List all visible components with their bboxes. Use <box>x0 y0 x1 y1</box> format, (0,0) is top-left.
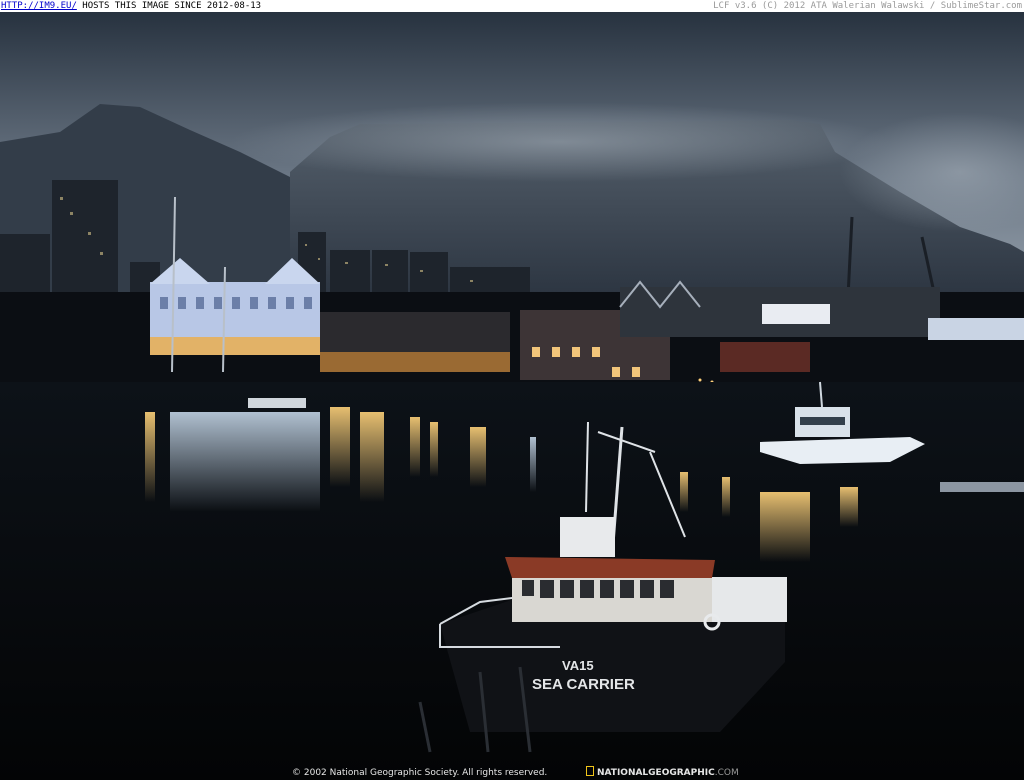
small-boat <box>248 398 306 408</box>
copyright-text: © 2002 National Geographic Society. All … <box>292 768 548 778</box>
image-host-banner: HTTP://IM9.EU/ HOSTS THIS IMAGE SINCE 20… <box>0 0 1024 12</box>
nat-geo-brand-name: NATIONALGEOGRAPHIC <box>597 768 715 778</box>
boat-name: SEA CARRIER <box>532 676 635 693</box>
photo-credit-footer: © 2002 National Geographic Society. All … <box>0 766 1024 780</box>
nat-geo-logo-icon <box>586 766 594 776</box>
boat-registration: VA15 <box>562 658 594 673</box>
right-pier <box>940 482 1024 492</box>
pier-restaurant <box>720 342 810 372</box>
building-right <box>928 318 1024 340</box>
host-link[interactable]: HTTP://IM9.EU/ <box>1 1 77 11</box>
host-info: HTTP://IM9.EU/ HOSTS THIS IMAGE SINCE 20… <box>1 0 261 12</box>
building-restaurant-lights <box>320 352 510 372</box>
fog-cloud <box>230 102 890 182</box>
nat-geo-domain: .COM <box>714 768 739 778</box>
harbor-photo: VA15 SEA CARRIER <box>0 12 1024 780</box>
lit-sign <box>762 304 830 324</box>
credit-text: LCF v3.6 (C) 2012 ATA Walerian Walawski … <box>713 1 1022 11</box>
hosts-text: HOSTS THIS IMAGE SINCE 2012-08-13 <box>82 1 262 11</box>
nat-geo-brand: NATIONALGEOGRAPHIC.COM <box>586 766 739 780</box>
